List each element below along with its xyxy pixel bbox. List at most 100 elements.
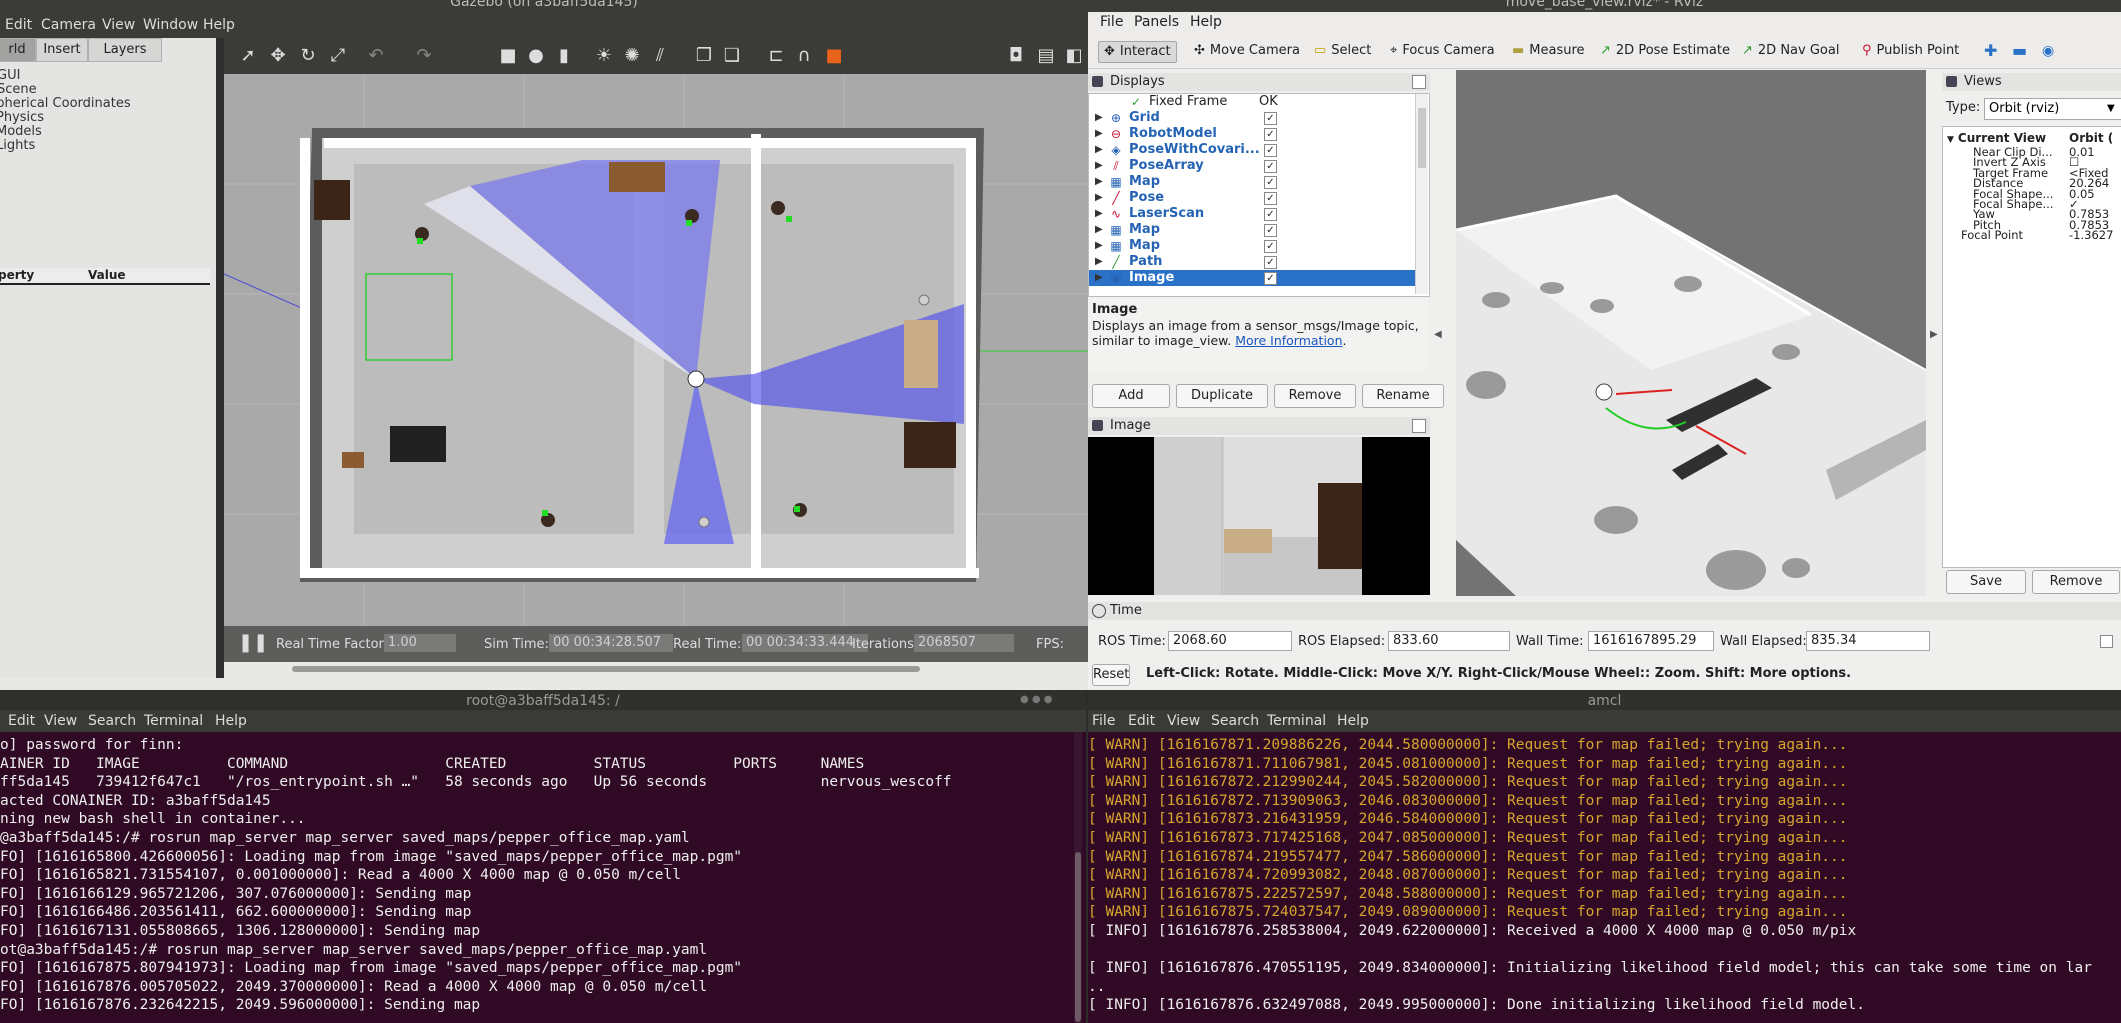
log-icon[interactable]: ▤ — [1036, 46, 1056, 66]
display-row[interactable]: ▶ ╱ Path ✓ — [1089, 254, 1419, 270]
spot-light-icon[interactable]: ✺ — [622, 46, 642, 66]
image-float-button[interactable] — [1412, 419, 1426, 433]
expand-arrow-icon[interactable]: ▶ — [1095, 270, 1103, 286]
window-controls-icon[interactable]: ● ● ● — [1020, 694, 1066, 706]
tree-gui[interactable]: GUI — [0, 68, 20, 83]
expand-arrow-icon[interactable]: ▶ — [1095, 110, 1103, 126]
collapse-right-icon[interactable]: ▶ — [1930, 329, 1938, 340]
rviz-3d-view[interactable] — [1456, 70, 1926, 596]
display-row[interactable]: ▶ ⊖ RobotModel ✓ — [1089, 126, 1419, 142]
expand-arrow-icon[interactable]: ▶ — [1095, 254, 1103, 270]
tool-2d-nav-goal[interactable]: ↗ 2D Nav Goal — [1742, 41, 1839, 61]
reset-button[interactable]: Reset — [1092, 664, 1130, 686]
expand-arrow-icon[interactable]: ▶ — [1095, 126, 1103, 142]
display-enabled-checkbox[interactable]: ✓ — [1264, 128, 1277, 141]
display-fixed-frame[interactable]: ✓ Fixed Frame OK — [1089, 94, 1419, 110]
terminal-left-scroll-thumb[interactable] — [1075, 852, 1081, 1022]
display-enabled-checkbox[interactable]: ✓ — [1264, 144, 1277, 157]
display-enabled-checkbox[interactable]: ✓ — [1264, 240, 1277, 253]
tool-interact[interactable]: ✥ Interact — [1098, 41, 1177, 63]
terminal-left-scrollbar[interactable] — [1074, 732, 1082, 1023]
tree-lights[interactable]: Lights — [0, 138, 35, 153]
menu-window[interactable]: Window — [143, 17, 198, 33]
expand-arrow-icon[interactable]: ▶ — [1095, 158, 1103, 174]
tool-focus-camera[interactable]: ⌖ Focus Camera — [1390, 41, 1495, 61]
undo-icon[interactable]: ↶ — [366, 46, 386, 66]
display-row[interactable]: ▶ ⊕ Grid ✓ — [1089, 110, 1419, 126]
select-mode-icon[interactable]: ➚ — [238, 46, 258, 66]
paste-icon[interactable]: ❏ — [722, 46, 742, 66]
view-property-value[interactable]: -1.3627 — [2069, 228, 2113, 242]
terminal-right[interactable]: amcl File Edit View Search Terminal Help… — [1088, 690, 2121, 1023]
display-enabled-checkbox[interactable]: ✓ — [1264, 272, 1277, 285]
tmenu-edit[interactable]: Edit — [8, 713, 35, 729]
save-view-button[interactable]: Save — [1946, 570, 2026, 594]
tmenu-help[interactable]: Help — [1337, 713, 1369, 729]
tmenu-terminal[interactable]: Terminal — [144, 713, 203, 729]
tree-physics[interactable]: Physics — [0, 110, 44, 125]
plot-icon[interactable]: ◧ — [1064, 46, 1084, 66]
display-row[interactable]: ▶ ▦ Map ✓ — [1089, 238, 1419, 254]
snap-icon[interactable]: ∩ — [794, 46, 814, 66]
display-enabled-checkbox[interactable]: ✓ — [1264, 208, 1277, 221]
eye-icon[interactable]: ◉ — [2042, 41, 2054, 61]
tmenu-view[interactable]: View — [1167, 713, 1200, 729]
copy-icon[interactable]: ❐ — [694, 46, 714, 66]
menu-panels[interactable]: Panels — [1134, 14, 1179, 30]
menu-edit[interactable]: Edit — [5, 17, 32, 33]
tmenu-search[interactable]: Search — [1211, 713, 1259, 729]
tool-move-camera[interactable]: ✣ Move Camera — [1194, 41, 1300, 61]
box-shape-icon[interactable]: ■ — [498, 46, 518, 66]
menu-help[interactable]: Help — [203, 17, 235, 33]
tmenu-terminal[interactable]: Terminal — [1267, 713, 1326, 729]
rotate-mode-icon[interactable]: ↻ — [298, 46, 318, 66]
remove-view-button[interactable]: Remove — [2032, 570, 2120, 594]
remove-tool-icon[interactable]: ▬ — [2012, 41, 2027, 61]
tmenu-help[interactable]: Help — [215, 713, 247, 729]
tree-spherical-coordinates[interactable]: Spherical Coordinates — [0, 96, 131, 111]
expand-arrow-icon[interactable]: ▶ — [1095, 190, 1103, 206]
expand-arrow-icon[interactable]: ▶ — [1095, 142, 1103, 158]
redo-icon[interactable]: ↷ — [414, 46, 434, 66]
display-enabled-checkbox[interactable]: ✓ — [1264, 256, 1277, 269]
pause-icon[interactable]: ❚❚ — [238, 632, 268, 653]
menu-view[interactable]: View — [102, 17, 135, 33]
display-row[interactable]: ▶ ⫽ PoseArray ✓ — [1089, 158, 1419, 174]
display-enabled-checkbox[interactable]: ✓ — [1264, 160, 1277, 173]
tree-models[interactable]: Models — [0, 124, 42, 139]
remove-display-button[interactable]: Remove — [1274, 384, 1356, 408]
tab-layers[interactable]: Layers — [88, 38, 162, 62]
sphere-shape-icon[interactable]: ● — [526, 46, 546, 66]
display-enabled-checkbox[interactable]: ✓ — [1264, 192, 1277, 205]
display-enabled-checkbox[interactable]: ✓ — [1264, 112, 1277, 125]
cylinder-shape-icon[interactable]: ▮ — [554, 46, 574, 66]
tab-world[interactable]: rld — [0, 38, 36, 62]
tmenu-edit[interactable]: Edit — [1128, 713, 1155, 729]
expand-arrow-icon[interactable]: ▶ — [1095, 174, 1103, 190]
add-tool-icon[interactable]: ✚ — [1984, 41, 1997, 61]
change-view-icon[interactable]: ■ — [824, 46, 844, 66]
terminal-left[interactable]: root@a3baff5da145: / ● ● ● Edit View Sea… — [0, 690, 1086, 1023]
display-enabled-checkbox[interactable]: ✓ — [1264, 176, 1277, 189]
translate-mode-icon[interactable]: ✥ — [268, 46, 288, 66]
expand-arrow-icon[interactable]: ▶ — [1095, 222, 1103, 238]
displays-scrollbar[interactable] — [1415, 94, 1428, 294]
menu-file[interactable]: File — [1100, 14, 1123, 30]
gazebo-3d-viewport[interactable] — [224, 74, 1088, 626]
tool-publish-point[interactable]: ⚲ Publish Point — [1862, 41, 1959, 61]
screenshot-icon[interactable]: ◘ — [1006, 46, 1026, 66]
more-information-link[interactable]: More Information — [1235, 333, 1342, 348]
panel-splitter[interactable] — [216, 38, 224, 678]
menu-help[interactable]: Help — [1190, 14, 1222, 30]
duplicate-display-button[interactable]: Duplicate — [1176, 384, 1268, 408]
display-row[interactable]: ▶ ▦ Map ✓ — [1089, 222, 1419, 238]
display-row[interactable]: ▶ ◈ PoseWithCovari... ✓ — [1089, 142, 1419, 158]
tmenu-file[interactable]: File — [1092, 713, 1115, 729]
tool-select[interactable]: ▭ Select — [1314, 41, 1371, 61]
display-row[interactable]: ▶ ╱ Pose ✓ — [1089, 190, 1419, 206]
expand-arrow-icon[interactable]: ▶ — [1095, 238, 1103, 254]
displays-float-button[interactable] — [1412, 75, 1426, 89]
display-row[interactable]: ▶ ▦ Map ✓ — [1089, 174, 1419, 190]
displays-scroll-thumb[interactable] — [1418, 108, 1426, 168]
horizontal-scrollbar[interactable] — [292, 666, 920, 672]
